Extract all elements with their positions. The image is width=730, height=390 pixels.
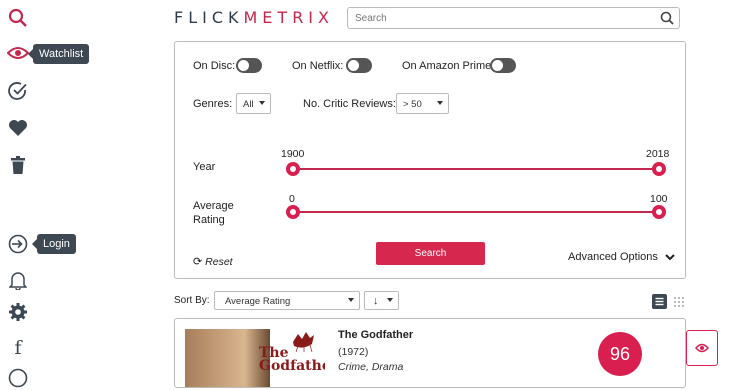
- on-netflix-label: On Netflix:: [292, 60, 344, 72]
- rating-label-line1: Average: [193, 200, 234, 212]
- sort-direction-select[interactable]: ↓: [364, 291, 399, 310]
- sort-field-value: Average Rating: [225, 296, 291, 307]
- watchlist-tooltip: Watchlist: [27, 44, 90, 64]
- login-icon[interactable]: [6, 232, 30, 256]
- year-min-handle[interactable]: [286, 162, 300, 176]
- chevron-down-icon: [348, 298, 354, 302]
- on-netflix-toggle[interactable]: [346, 58, 372, 73]
- grid-icon: [674, 297, 684, 307]
- movie-card[interactable]: The Godfather The Godfather (1972) Crime…: [174, 318, 686, 388]
- grid-view-button[interactable]: [673, 294, 688, 309]
- chevron-down-icon: [387, 298, 393, 302]
- search-input[interactable]: [348, 8, 648, 29]
- heart-icon[interactable]: [6, 116, 30, 140]
- poster-title: The Godfather: [259, 345, 325, 374]
- advanced-options-toggle[interactable]: Advanced Options: [568, 251, 675, 263]
- filter-panel: On Disc: On Netflix: On Amazon Prime: Ge…: [174, 41, 686, 279]
- eye-icon[interactable]: [6, 41, 30, 65]
- movie-poster[interactable]: The Godfather: [185, 329, 325, 387]
- reset-label: Reset: [205, 256, 233, 268]
- critic-reviews-value: > 50: [403, 99, 422, 110]
- rating-slider-track[interactable]: [293, 211, 659, 213]
- sidebar: Watchlist Login f: [0, 0, 90, 388]
- year-slider-track[interactable]: [293, 168, 659, 170]
- sort-by-label: Sort By:: [174, 295, 210, 306]
- chevron-down-icon: [259, 101, 265, 105]
- eye-icon: [695, 343, 709, 353]
- login-tooltip: Login: [32, 234, 76, 254]
- chevron-down-icon: [665, 254, 675, 261]
- trash-icon[interactable]: [6, 153, 30, 177]
- rating-label-line2: Rating: [193, 214, 225, 226]
- logo[interactable]: FLICKMETRIX: [174, 8, 334, 27]
- year-max-handle[interactable]: [652, 162, 666, 176]
- year-min-label: 1900: [281, 148, 305, 160]
- movie-genres: Crime, Drama: [338, 361, 404, 373]
- critic-reviews-select[interactable]: > 50: [396, 93, 449, 114]
- gear-icon[interactable]: [6, 300, 30, 324]
- sort-direction-value: ↓: [373, 295, 379, 307]
- advanced-options-label: Advanced Options: [568, 251, 658, 263]
- bell-icon[interactable]: [6, 268, 30, 292]
- list-view-button[interactable]: [652, 294, 667, 309]
- reset-button[interactable]: ⟳ Reset: [193, 255, 233, 268]
- year-label: Year: [193, 161, 216, 173]
- on-amazon-toggle[interactable]: [490, 58, 516, 73]
- refresh-icon: ⟳: [193, 256, 203, 268]
- sort-field-select[interactable]: Average Rating: [214, 291, 360, 310]
- on-disc-toggle[interactable]: [236, 58, 262, 73]
- movie-year: (1972): [338, 346, 369, 358]
- search-icon[interactable]: [660, 11, 674, 30]
- critic-reviews-label: No. Critic Reviews:: [303, 98, 396, 110]
- genres-label: Genres:: [193, 98, 233, 110]
- score-badge: 96: [598, 332, 642, 376]
- search-box[interactable]: [347, 7, 680, 29]
- logo-part2: METRIX: [243, 8, 334, 27]
- list-icon: [655, 297, 664, 306]
- rating-max-handle[interactable]: [652, 205, 666, 219]
- chevron-down-icon: [437, 101, 443, 105]
- add-to-watchlist-button[interactable]: [686, 330, 718, 366]
- year-max-label: 2018: [646, 148, 670, 160]
- search-icon[interactable]: [6, 6, 30, 30]
- on-disc-label: On Disc:: [193, 60, 236, 72]
- search-button[interactable]: Search: [376, 242, 485, 265]
- rating-min-label: 0: [289, 193, 295, 205]
- movie-title[interactable]: The Godfather: [338, 329, 413, 341]
- facebook-icon[interactable]: f: [6, 336, 30, 360]
- info-icon[interactable]: [6, 366, 30, 390]
- rating-max-label: 100: [650, 193, 668, 205]
- logo-part1: FLICK: [174, 8, 244, 27]
- genres-value: All: [243, 99, 254, 110]
- check-circle-icon[interactable]: [6, 79, 30, 103]
- on-amazon-label: On Amazon Prime:: [402, 60, 495, 72]
- rating-min-handle[interactable]: [286, 205, 300, 219]
- genres-select[interactable]: All: [236, 93, 271, 114]
